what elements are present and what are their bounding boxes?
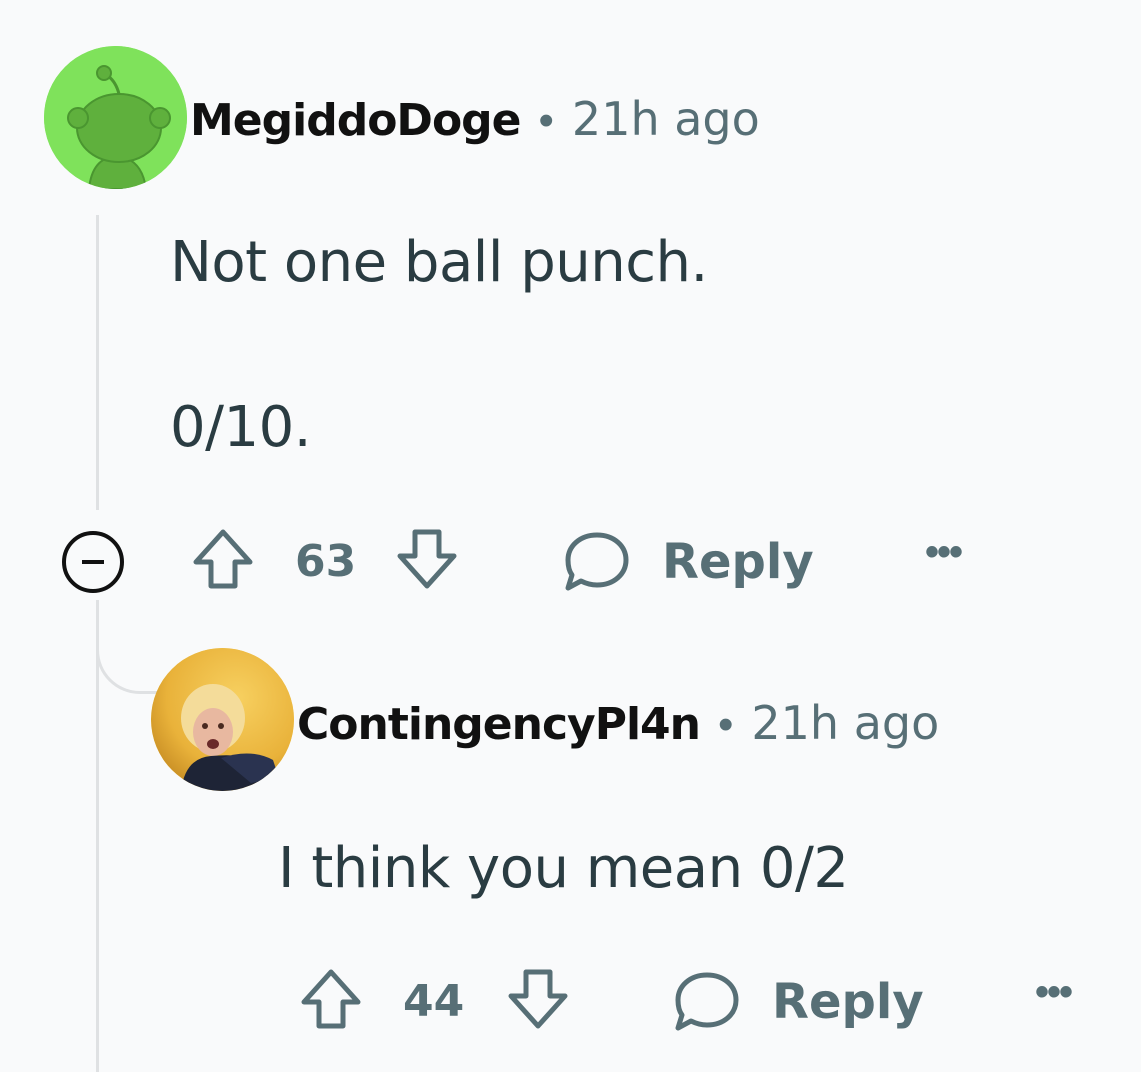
timestamp[interactable]: 21h ago <box>751 696 939 750</box>
comment-actions: 63 Reply ••• <box>0 529 1141 594</box>
comment-meta: ContingencyPl4n • 21h ago <box>297 696 939 750</box>
avatar[interactable] <box>44 46 187 189</box>
upvote-icon[interactable] <box>298 966 364 1032</box>
user-photo-avatar-icon <box>151 648 294 791</box>
reply-connector-line <box>96 600 158 694</box>
upvote-icon[interactable] <box>190 526 256 592</box>
more-options-icon[interactable]: ••• <box>1035 970 1073 1015</box>
snoo-avatar-icon <box>44 46 187 189</box>
reply-label: Reply <box>662 534 814 590</box>
separator-dot: • <box>717 700 734 749</box>
thread-line[interactable] <box>96 215 99 510</box>
comment-actions: 44 Reply ••• <box>0 969 1141 1034</box>
timestamp[interactable]: 21h ago <box>572 92 760 146</box>
comment-body-line: Not one ball punch. <box>170 230 708 295</box>
downvote-icon[interactable] <box>394 526 460 592</box>
separator-dot: • <box>538 96 554 145</box>
comment-body-line: I think you mean 0/2 <box>278 836 849 901</box>
more-options-icon[interactable]: ••• <box>925 530 963 575</box>
username[interactable]: MegiddoDoge <box>190 95 522 146</box>
downvote-icon[interactable] <box>505 966 571 1032</box>
vote-count: 44 <box>403 976 465 1027</box>
comment-bubble-icon <box>675 972 739 1031</box>
username[interactable]: ContingencyPl4n <box>297 699 701 750</box>
comment-bubble-icon <box>565 532 629 591</box>
reply-label: Reply <box>772 974 924 1030</box>
comment-body-line: 0/10. <box>170 395 312 460</box>
avatar[interactable] <box>151 648 294 791</box>
vote-count: 63 <box>295 536 357 587</box>
comment-meta: MegiddoDoge • 21h ago <box>190 92 760 146</box>
